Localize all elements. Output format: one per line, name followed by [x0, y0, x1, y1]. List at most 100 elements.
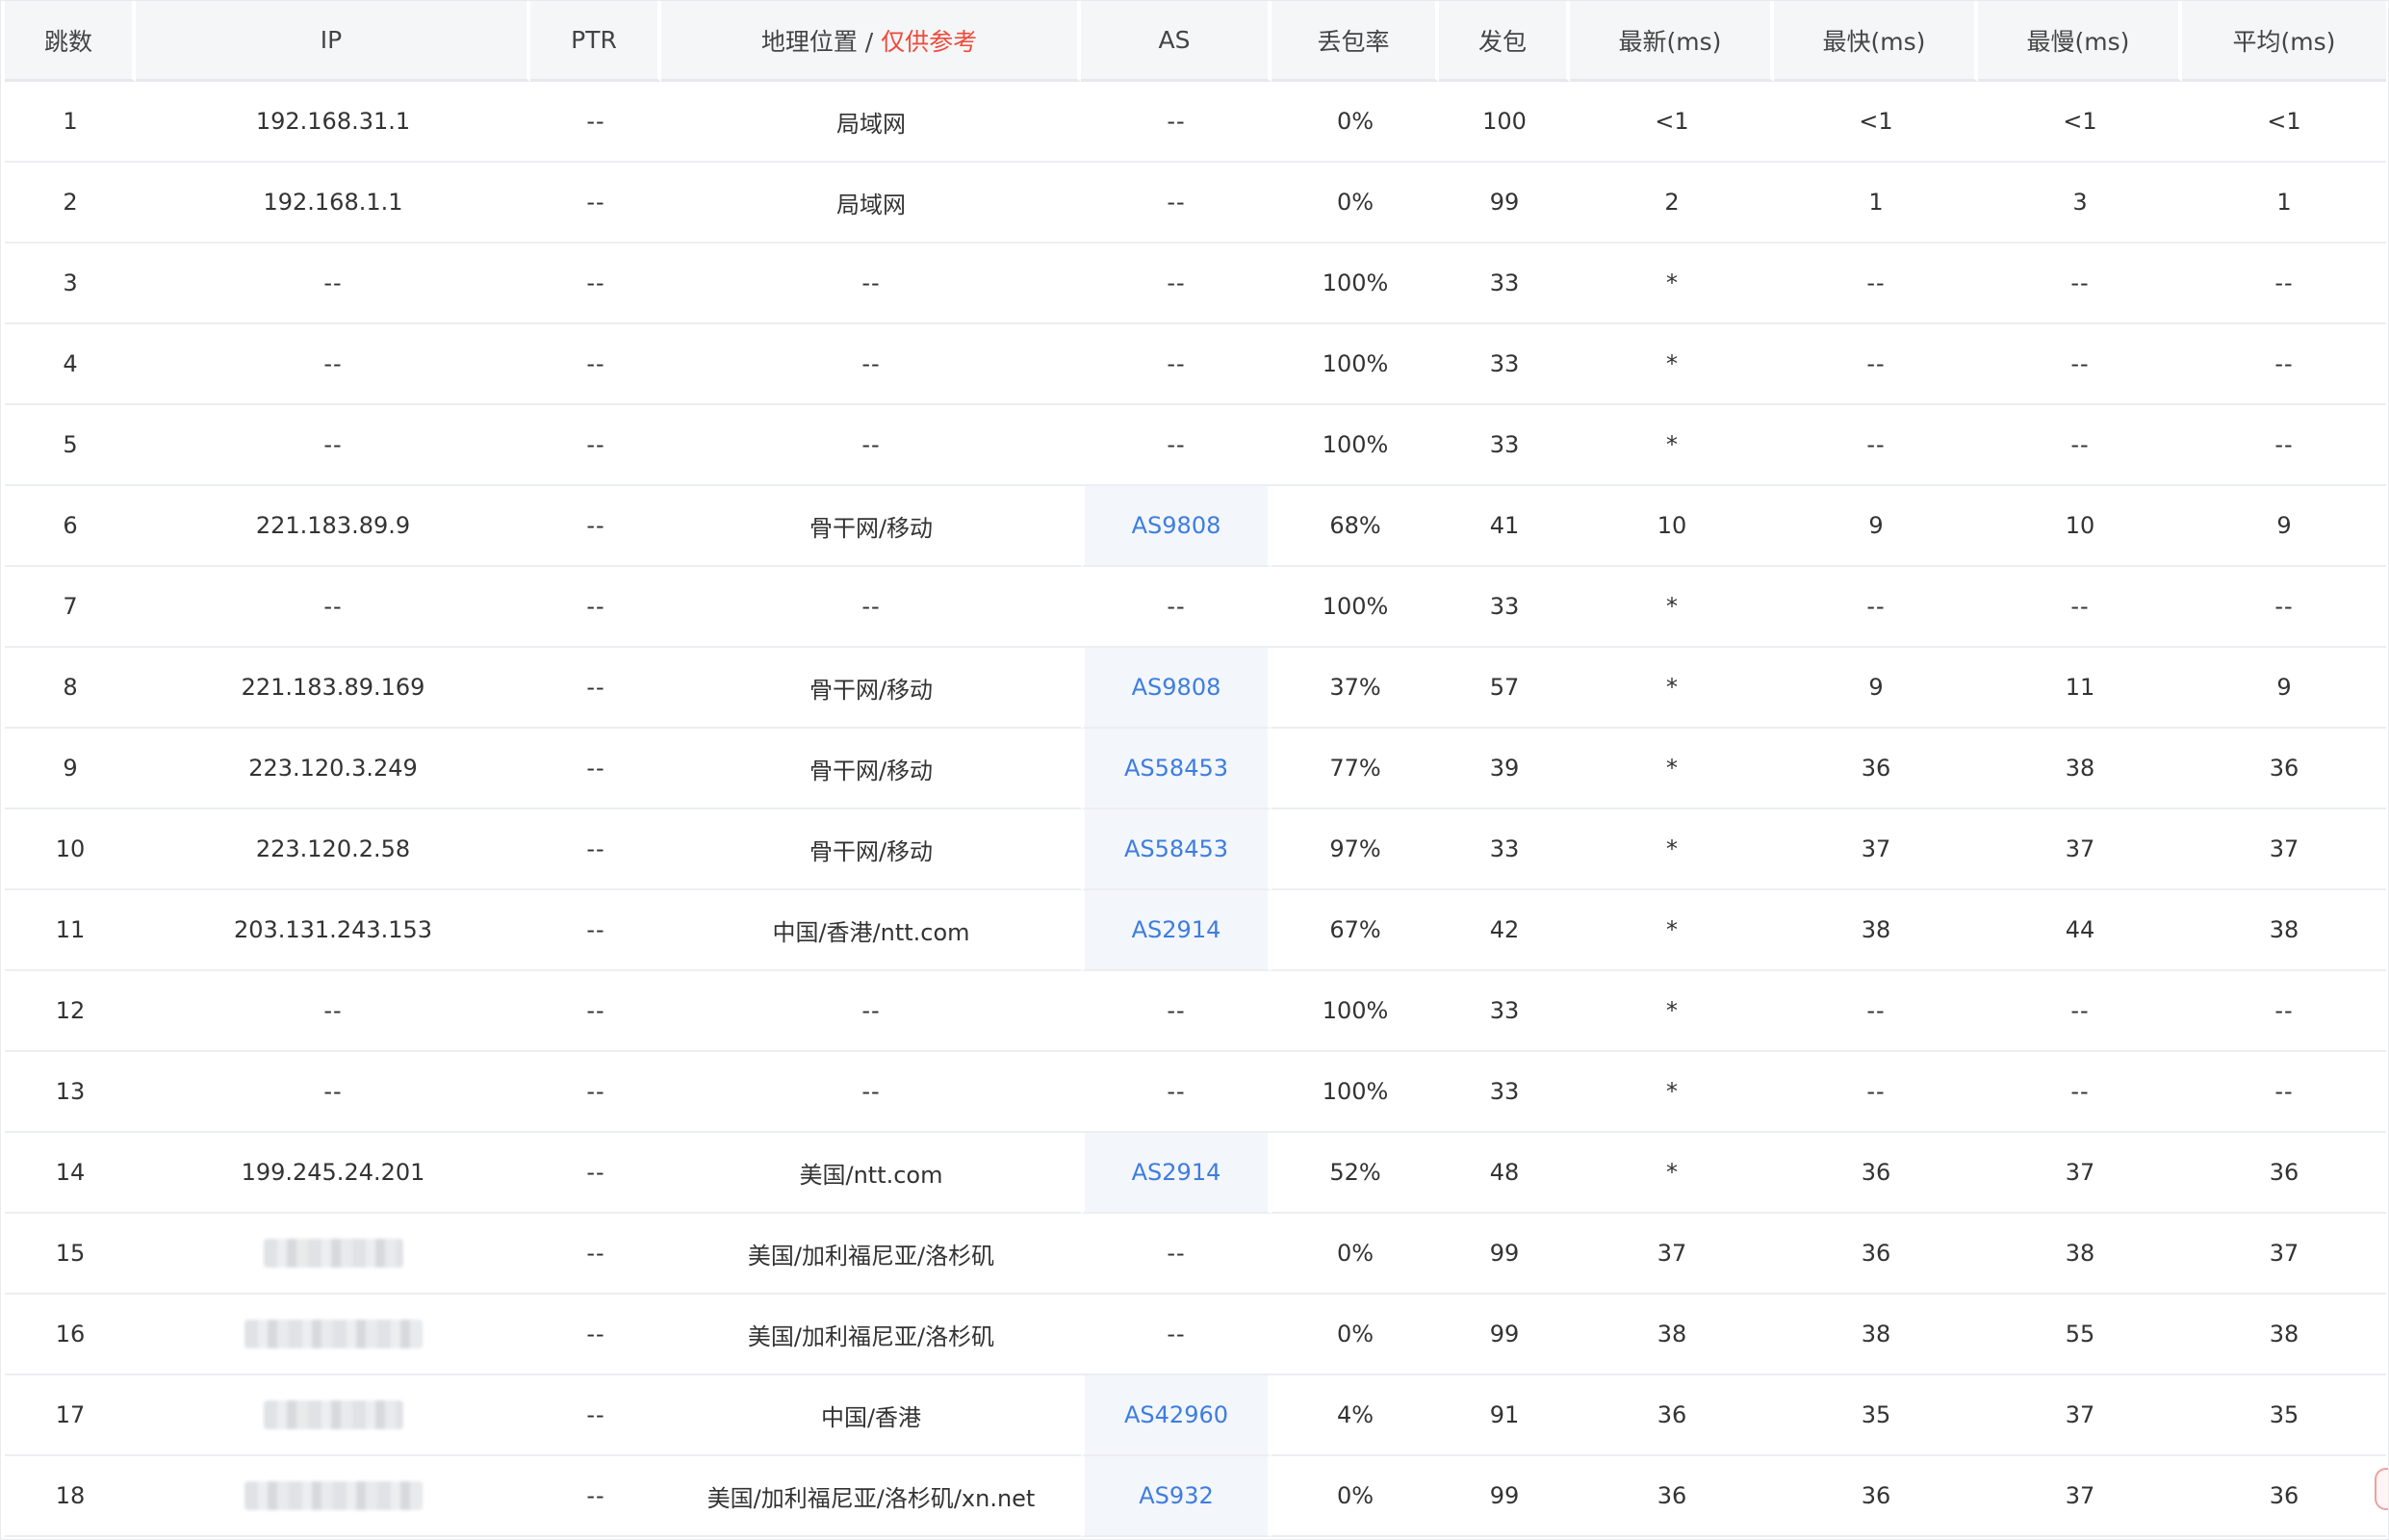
cell-avg: 1 [2182, 163, 2386, 244]
cell-as[interactable]: AS2914 [1081, 1133, 1272, 1214]
cell-last: * [1570, 648, 1774, 729]
table-row: 7 -- -- -- -- 100% 33 * -- -- -- [5, 567, 2386, 648]
cell-last: * [1570, 405, 1774, 486]
header-worst: 最慢(ms) [1978, 1, 2182, 82]
cell-avg: 9 [2182, 648, 2386, 729]
cell-as: -- [1081, 82, 1272, 163]
cell-geo: 局域网 [661, 163, 1081, 244]
as-link[interactable]: AS58453 [1124, 835, 1228, 862]
cell-sent: 33 [1439, 244, 1570, 324]
cell-as[interactable]: AS2914 [1081, 890, 1272, 971]
cell-geo: 骨干网/移动 [661, 648, 1081, 729]
cell-loss: 100% [1272, 324, 1439, 405]
cell-last: 36 [1570, 1375, 1774, 1456]
cell-hop: 4 [5, 324, 136, 405]
cell-best: 36 [1774, 729, 1978, 809]
cell-ptr: -- [530, 1295, 661, 1375]
cell-avg: <1 [2182, 82, 2386, 163]
cell-avg: -- [2182, 1052, 2386, 1133]
cell-worst: 11 [1978, 648, 2182, 729]
header-geo: 地理位置 / 仅供参考 [661, 1, 1081, 82]
cell-hop: 5 [5, 405, 136, 486]
cell-sent: 33 [1439, 324, 1570, 405]
cell-worst: 37 [1978, 1456, 2182, 1537]
cell-loss: 0% [1272, 163, 1439, 244]
cell-loss: 100% [1272, 971, 1439, 1052]
cell-ip [136, 1375, 530, 1456]
cell-as: -- [1081, 1295, 1272, 1375]
cell-geo: -- [661, 567, 1081, 648]
cell-ptr: -- [530, 971, 661, 1052]
table-row: 14 199.245.24.201 -- 美国/ntt.com AS2914 52% 48 *… [5, 1133, 2386, 1214]
table-row: 8 221.183.89.169 -- 骨干网/移动 AS9808 37% 57 * 9 11 9 [5, 648, 2386, 729]
cell-as[interactable]: AS42960 [1081, 1375, 1272, 1456]
cell-as[interactable]: AS9808 [1081, 648, 1272, 729]
cell-worst: 37 [1978, 809, 2182, 890]
cell-worst: 38 [1978, 729, 2182, 809]
cell-geo: -- [661, 324, 1081, 405]
cell-hop: 2 [5, 163, 136, 244]
cell-ptr: -- [530, 82, 661, 163]
cell-as[interactable]: AS58453 [1081, 729, 1272, 809]
cell-ptr: -- [530, 1133, 661, 1214]
as-link[interactable]: AS9808 [1132, 674, 1221, 701]
cell-best: <1 [1774, 82, 1978, 163]
as-link[interactable]: AS2914 [1132, 916, 1221, 943]
as-link[interactable]: AS42960 [1124, 1401, 1228, 1428]
cell-worst: 38 [1978, 1214, 2182, 1295]
header-best: 最快(ms) [1774, 1, 1978, 82]
cell-as: -- [1081, 1214, 1272, 1295]
traceroute-panel: 跳数 IP PTR 地理位置 / 仅供参考 AS 丢包率 发包 最新(ms) 最… [0, 0, 2389, 1540]
table-row: 9 223.120.3.249 -- 骨干网/移动 AS58453 77% 39 * 36 38 3… [5, 729, 2386, 809]
cell-geo: 骨干网/移动 [661, 809, 1081, 890]
cell-worst: 10 [1978, 486, 2182, 567]
cell-loss: 52% [1272, 1133, 1439, 1214]
as-link[interactable]: AS58453 [1124, 755, 1228, 782]
cell-ptr: -- [530, 324, 661, 405]
cell-sent: 99 [1439, 1295, 1570, 1375]
redacted-ip [244, 1481, 423, 1510]
cell-geo: 骨干网/移动 [661, 729, 1081, 809]
header-loss: 丢包率 [1272, 1, 1439, 82]
cell-hop: 13 [5, 1052, 136, 1133]
as-link[interactable]: AS932 [1139, 1482, 1213, 1509]
cell-loss: 68% [1272, 486, 1439, 567]
cell-ptr: -- [530, 244, 661, 324]
cell-ptr: -- [530, 567, 661, 648]
cell-worst: -- [1978, 324, 2182, 405]
table-header-row: 跳数 IP PTR 地理位置 / 仅供参考 AS 丢包率 发包 最新(ms) 最… [5, 1, 2386, 82]
cell-hop: 12 [5, 971, 136, 1052]
cell-geo: -- [661, 1052, 1081, 1133]
cell-last: 2 [1570, 163, 1774, 244]
cell-ip: -- [136, 567, 530, 648]
cell-ptr: -- [530, 1052, 661, 1133]
cell-as[interactable]: AS932 [1081, 1456, 1272, 1537]
table-row: 6 221.183.89.9 -- 骨干网/移动 AS9808 68% 41 10 9 10 9 [5, 486, 2386, 567]
as-link[interactable]: AS2914 [1132, 1159, 1221, 1186]
cell-ptr: -- [530, 1456, 661, 1537]
cell-loss: 4% [1272, 1375, 1439, 1456]
table-row: 10 223.120.2.58 -- 骨干网/移动 AS58453 97% 33 * 37 37 3… [5, 809, 2386, 890]
cell-avg: 38 [2182, 1295, 2386, 1375]
cell-geo: -- [661, 971, 1081, 1052]
cell-as: -- [1081, 244, 1272, 324]
cell-worst: -- [1978, 567, 2182, 648]
scroll-handle[interactable] [2375, 1468, 2388, 1510]
cell-ip: -- [136, 1052, 530, 1133]
cell-geo: 骨干网/移动 [661, 486, 1081, 567]
cell-as[interactable]: AS9808 [1081, 486, 1272, 567]
cell-worst: 37 [1978, 1375, 2182, 1456]
cell-ip: 199.245.24.201 [136, 1133, 530, 1214]
cell-loss: 37% [1272, 648, 1439, 729]
cell-hop: 17 [5, 1375, 136, 1456]
cell-geo: 美国/ntt.com [661, 1133, 1081, 1214]
cell-hop: 7 [5, 567, 136, 648]
cell-avg: 36 [2182, 1133, 2386, 1214]
cell-ip [136, 1295, 530, 1375]
cell-loss: 100% [1272, 1052, 1439, 1133]
as-link[interactable]: AS9808 [1132, 512, 1221, 539]
cell-as[interactable]: AS58453 [1081, 809, 1272, 890]
cell-avg: 38 [2182, 890, 2386, 971]
cell-geo: -- [661, 244, 1081, 324]
table-row: 11 203.131.243.153 -- 中国/香港/ntt.com AS2914 67… [5, 890, 2386, 971]
